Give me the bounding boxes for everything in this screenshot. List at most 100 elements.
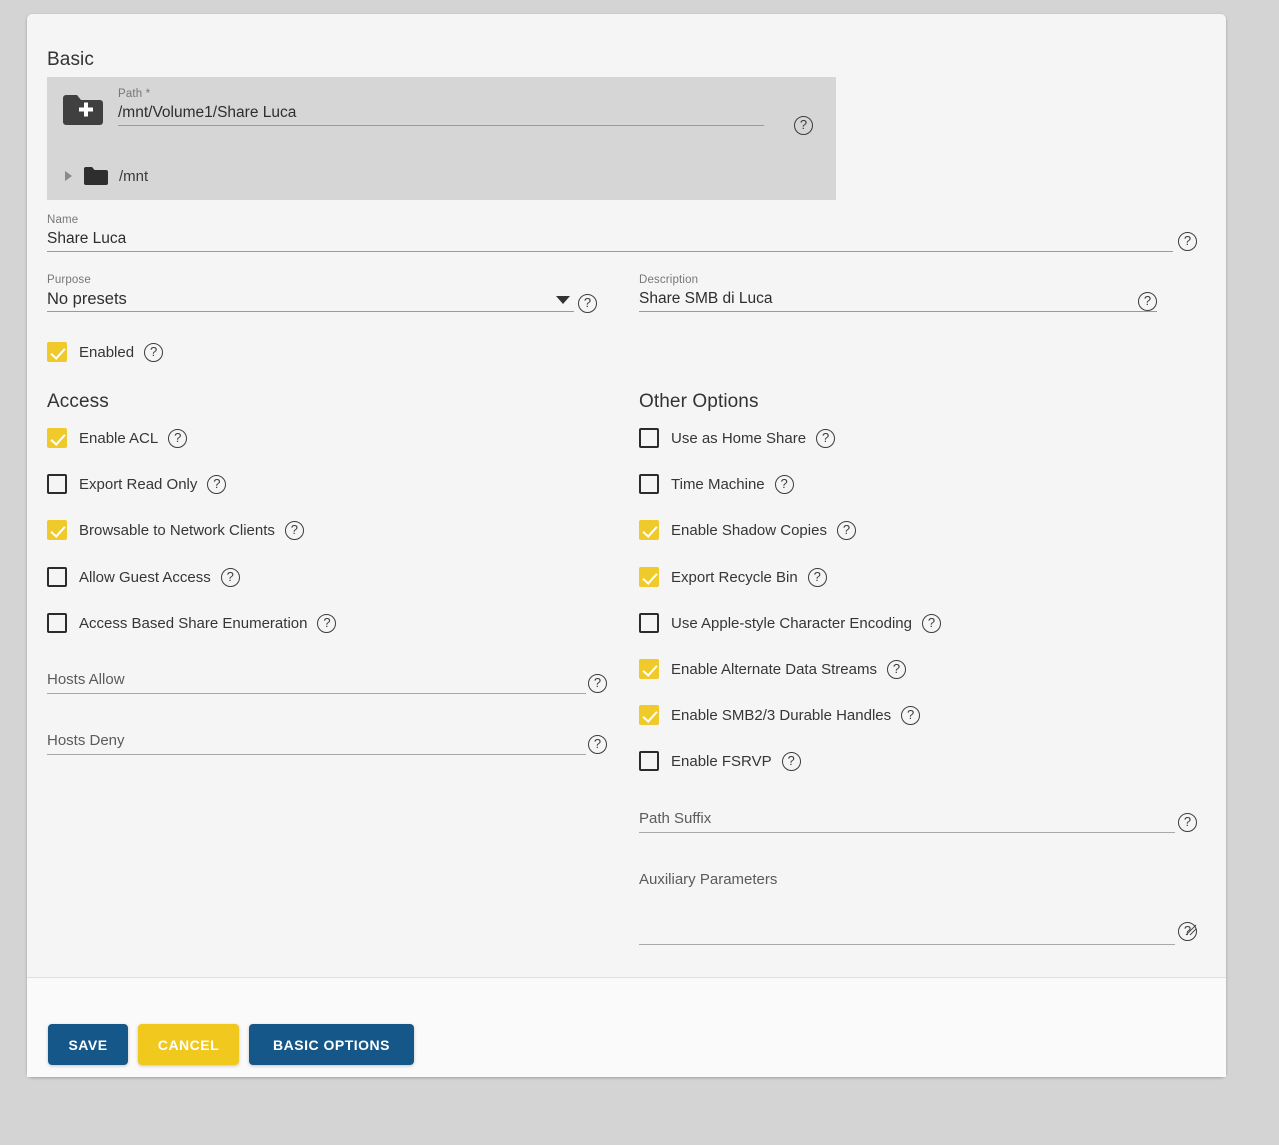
- checkbox-enable-fsrvp[interactable]: [639, 751, 659, 771]
- section-heading-access: Access: [47, 391, 109, 412]
- checkbox-enable-alternate-data-streams-label: Enable Alternate Data Streams: [671, 660, 877, 678]
- checkbox-export-read-only-label: Export Read Only: [79, 475, 198, 493]
- checkbox-access-based-share-enumeration-label: Access Based Share Enumeration: [79, 614, 308, 632]
- path-help-icon[interactable]: ?: [794, 116, 813, 135]
- cancel-button[interactable]: CANCEL: [138, 1024, 239, 1065]
- checkbox-use-apple-style-character-encoding[interactable]: [639, 613, 659, 633]
- smb-share-form-card: Basic Path * /mnt/Volume1/Share Luca ? /…: [27, 14, 1226, 1077]
- name-value[interactable]: Share Luca: [47, 227, 1173, 251]
- caret-right-icon[interactable]: [61, 169, 75, 183]
- checkbox-row-enable-smb23-durable-handles[interactable]: Enable SMB2/3 Durable Handles ?: [639, 703, 921, 727]
- path-field[interactable]: Path * /mnt/Volume1/Share Luca: [118, 87, 764, 126]
- enable-acl-help-icon[interactable]: ?: [168, 428, 188, 448]
- use-as-home-share-help-icon[interactable]: ?: [816, 428, 836, 448]
- checkbox-time-machine-label: Time Machine: [671, 475, 765, 493]
- hosts-deny-underline: [47, 754, 586, 755]
- folder-add-icon[interactable]: [61, 93, 103, 127]
- checkbox-allow-guest-access-label: Allow Guest Access: [79, 568, 211, 586]
- checkbox-use-apple-style-character-encoding-label: Use Apple-style Character Encoding: [671, 614, 912, 632]
- chevron-down-icon[interactable]: [556, 296, 570, 304]
- checkbox-export-recycle-bin[interactable]: [639, 567, 659, 587]
- checkbox-row-allow-guest-access[interactable]: Allow Guest Access ?: [47, 565, 240, 589]
- checkbox-export-read-only[interactable]: [47, 474, 67, 494]
- description-help-icon[interactable]: ?: [1138, 292, 1157, 311]
- checkbox-enable-acl-label: Enable ACL: [79, 429, 159, 447]
- checkbox-use-as-home-share[interactable]: [639, 428, 659, 448]
- checkbox-enable-shadow-copies-label: Enable Shadow Copies: [671, 521, 827, 539]
- enable-fsrvp-help-icon[interactable]: ?: [781, 751, 801, 771]
- path-tree-item-label: /mnt: [119, 167, 149, 185]
- checkbox-row-enabled[interactable]: Enabled ?: [47, 340, 164, 364]
- hosts-allow-help-icon[interactable]: ?: [588, 674, 607, 693]
- browsable-to-network-clients-help-icon[interactable]: ?: [284, 520, 304, 540]
- checkbox-row-enable-alternate-data-streams[interactable]: Enable Alternate Data Streams ?: [639, 657, 906, 681]
- checkbox-row-enable-fsrvp[interactable]: Enable FSRVP ?: [639, 749, 801, 773]
- checkbox-enabled-label: Enabled: [79, 343, 135, 361]
- description-value[interactable]: Share SMB di Luca: [639, 287, 1157, 311]
- enable-alternate-data-streams-help-icon[interactable]: ?: [886, 659, 906, 679]
- export-recycle-bin-help-icon[interactable]: ?: [807, 567, 827, 587]
- checkbox-row-export-read-only[interactable]: Export Read Only ?: [47, 472, 227, 496]
- export-read-only-help-icon[interactable]: ?: [207, 474, 227, 494]
- hosts-deny-field[interactable]: Hosts Deny: [47, 728, 586, 755]
- checkbox-row-use-apple-style-character-encoding[interactable]: Use Apple-style Character Encoding ?: [639, 611, 941, 635]
- checkbox-enable-smb23-durable-handles[interactable]: [639, 705, 659, 725]
- checkbox-allow-guest-access[interactable]: [47, 567, 67, 587]
- path-label: Path *: [118, 88, 151, 100]
- access-based-share-enumeration-help-icon[interactable]: ?: [317, 613, 337, 633]
- auxiliary-parameters-help-icon[interactable]: ?: [1178, 922, 1197, 941]
- checkbox-row-enable-shadow-copies[interactable]: Enable Shadow Copies ?: [639, 518, 856, 542]
- hosts-allow-underline: [47, 693, 586, 694]
- purpose-underline: [47, 311, 574, 312]
- save-button[interactable]: SAVE: [48, 1024, 128, 1065]
- path-value[interactable]: /mnt/Volume1/Share Luca: [118, 101, 764, 125]
- path-underline: [118, 125, 764, 126]
- checkbox-enable-alternate-data-streams[interactable]: [639, 659, 659, 679]
- purpose-help-icon[interactable]: ?: [578, 294, 597, 313]
- hosts-allow-field[interactable]: Hosts Allow: [47, 667, 586, 694]
- checkbox-enabled[interactable]: [47, 342, 67, 362]
- description-field[interactable]: Description Share SMB di Luca: [639, 273, 1157, 312]
- path-tree-item-mnt[interactable]: /mnt: [61, 165, 148, 187]
- time-machine-help-icon[interactable]: ?: [774, 474, 794, 494]
- checkbox-row-time-machine[interactable]: Time Machine ?: [639, 472, 794, 496]
- enable-smb23-durable-handles-help-icon[interactable]: ?: [901, 705, 921, 725]
- auxiliary-parameters-underline: [639, 944, 1175, 945]
- checkbox-export-recycle-bin-label: Export Recycle Bin: [671, 568, 798, 586]
- path-suffix-help-icon[interactable]: ?: [1178, 813, 1197, 832]
- checkbox-enable-smb23-durable-handles-label: Enable SMB2/3 Durable Handles: [671, 706, 892, 724]
- checkbox-row-access-based-share-enumeration[interactable]: Access Based Share Enumeration ?: [47, 611, 337, 635]
- purpose-label: Purpose: [47, 274, 91, 286]
- checkbox-access-based-share-enumeration[interactable]: [47, 613, 67, 633]
- name-help-icon[interactable]: ?: [1178, 232, 1197, 251]
- path-picker-panel: Path * /mnt/Volume1/Share Luca ? /mnt: [47, 77, 836, 200]
- name-underline: [47, 251, 1173, 252]
- name-field[interactable]: Name Share Luca: [47, 213, 1173, 252]
- checkbox-row-export-recycle-bin[interactable]: Export Recycle Bin ?: [639, 565, 827, 589]
- path-suffix-underline: [639, 832, 1175, 833]
- checkbox-browsable-to-network-clients[interactable]: [47, 520, 67, 540]
- auxiliary-parameters-field[interactable]: Auxiliary Parameters: [639, 867, 1197, 945]
- path-suffix-field[interactable]: Path Suffix: [639, 806, 1175, 833]
- section-heading-basic: Basic: [47, 49, 94, 70]
- checkbox-time-machine[interactable]: [639, 474, 659, 494]
- hosts-deny-label: Hosts Deny: [47, 732, 125, 749]
- enable-shadow-copies-help-icon[interactable]: ?: [836, 520, 856, 540]
- purpose-field[interactable]: Purpose No presets: [47, 273, 574, 312]
- checkbox-enable-acl[interactable]: [47, 428, 67, 448]
- checkbox-row-enable-acl[interactable]: Enable ACL ?: [47, 426, 188, 450]
- form-footer: SAVE CANCEL BASIC OPTIONS: [27, 978, 1226, 1077]
- purpose-value[interactable]: No presets: [47, 287, 574, 311]
- checkbox-enable-fsrvp-label: Enable FSRVP: [671, 752, 772, 770]
- description-underline: [639, 311, 1157, 312]
- checkbox-enable-shadow-copies[interactable]: [639, 520, 659, 540]
- basic-options-button[interactable]: BASIC OPTIONS: [249, 1024, 414, 1065]
- enabled-help-icon[interactable]: ?: [144, 342, 164, 362]
- checkbox-row-use-as-home-share[interactable]: Use as Home Share ?: [639, 426, 836, 450]
- description-label: Description: [639, 274, 699, 286]
- allow-guest-access-help-icon[interactable]: ?: [220, 567, 240, 587]
- checkbox-row-browsable-to-network-clients[interactable]: Browsable to Network Clients ?: [47, 518, 304, 542]
- use-apple-style-character-encoding-help-icon[interactable]: ?: [921, 613, 941, 633]
- checkbox-browsable-to-network-clients-label: Browsable to Network Clients: [79, 521, 275, 539]
- hosts-deny-help-icon[interactable]: ?: [588, 735, 607, 754]
